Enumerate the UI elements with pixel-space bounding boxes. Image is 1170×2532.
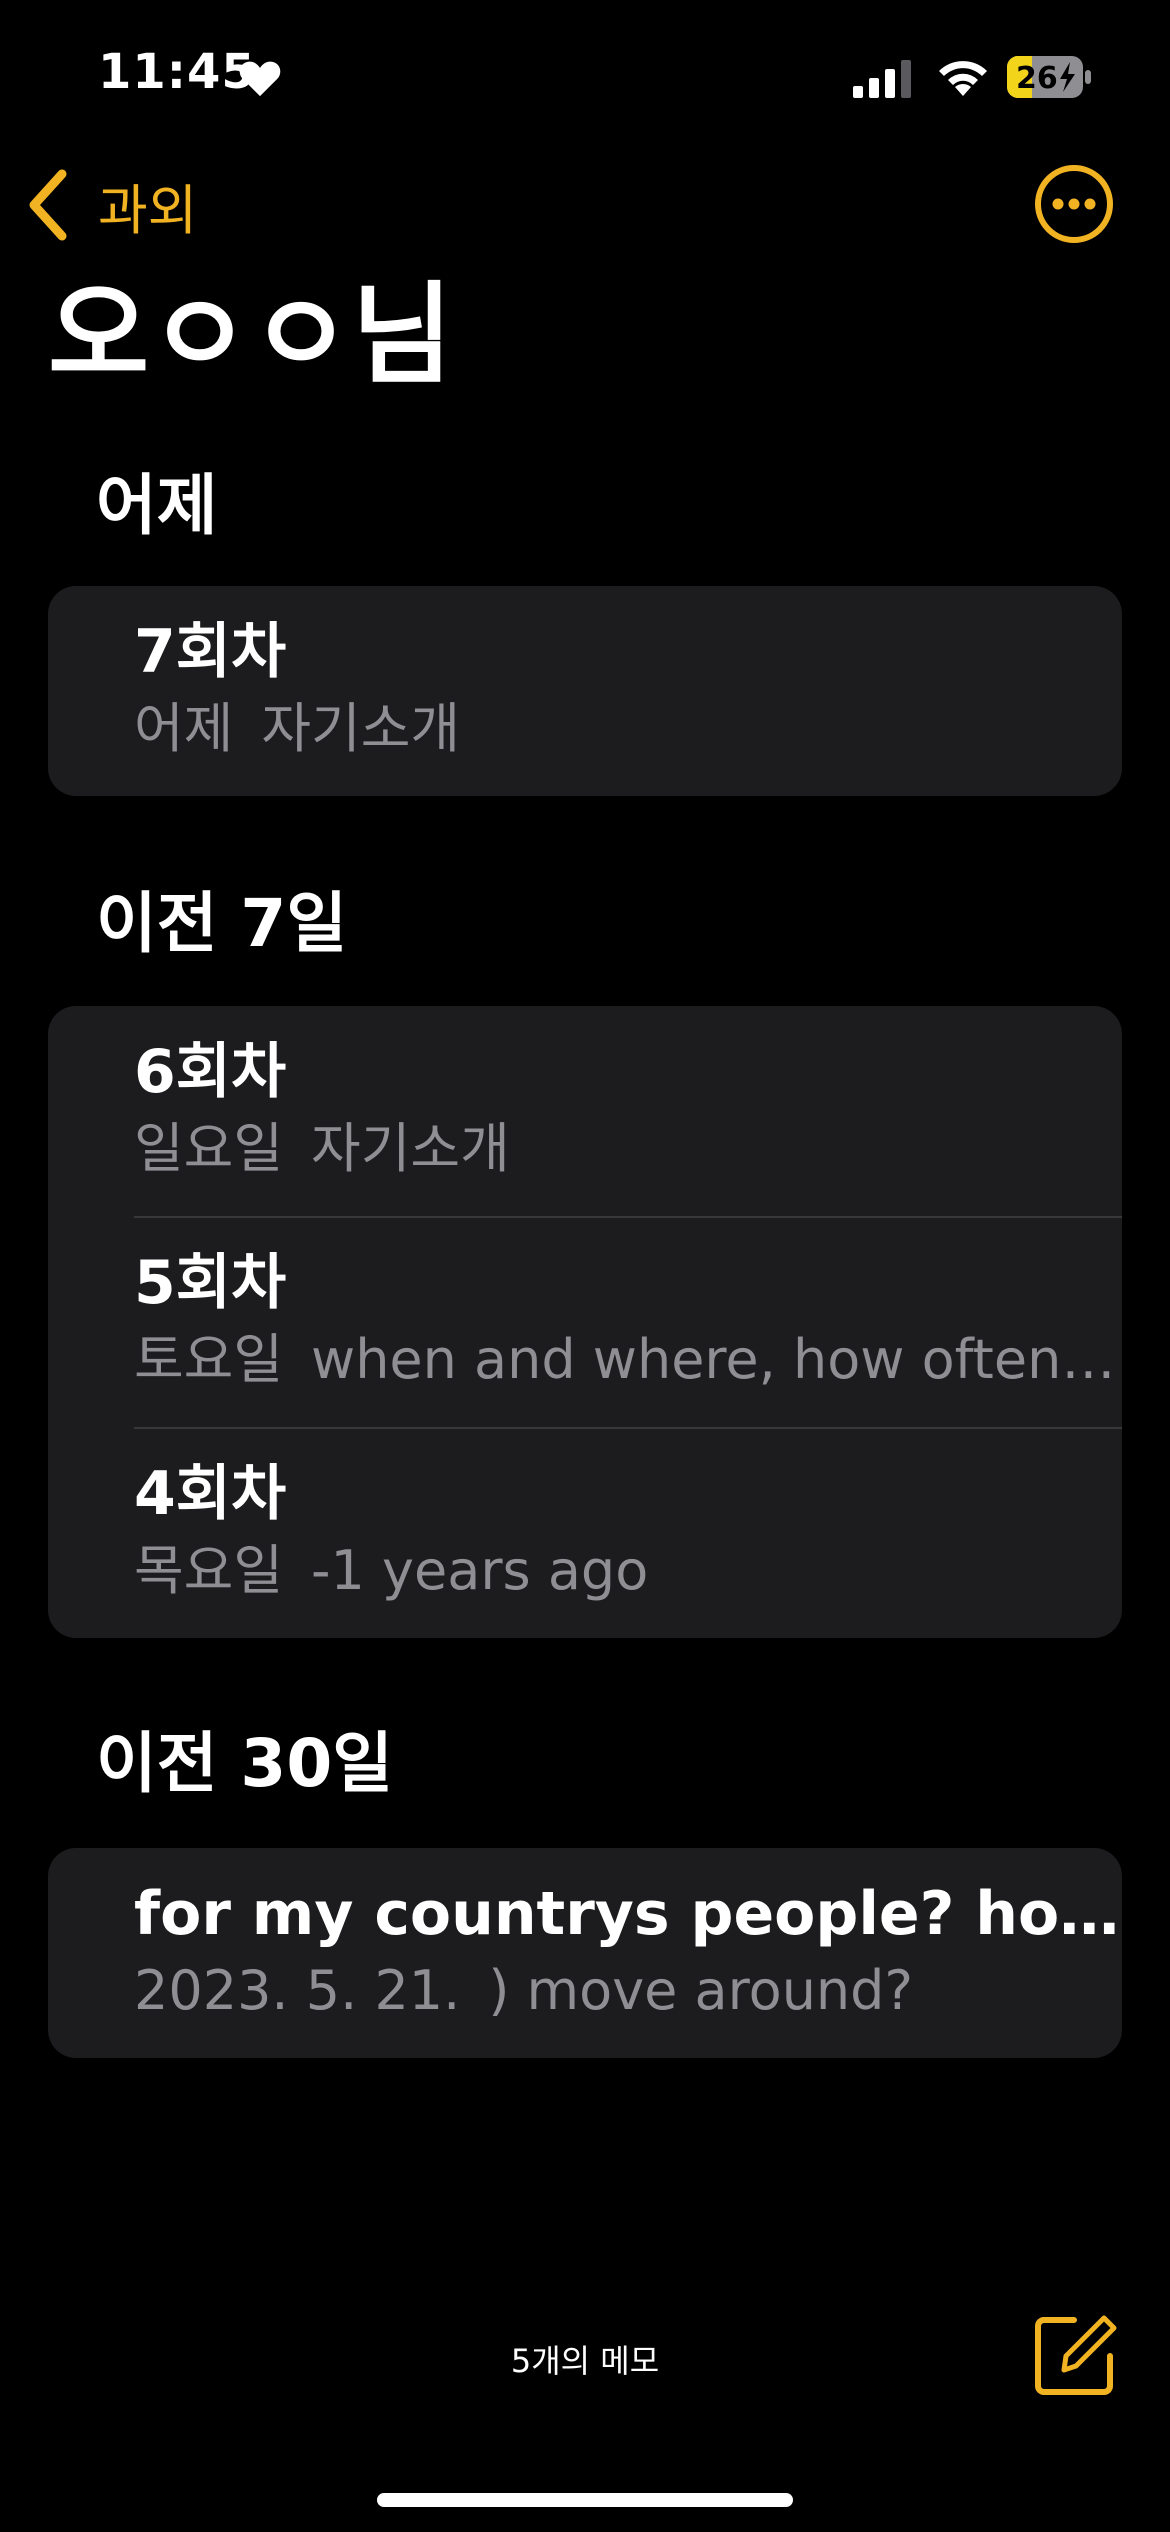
- section-header-previous-30-days: 이전 30일: [96, 1725, 393, 1802]
- note-item[interactable]: 5회차 토요일 when and where, how often,...: [48, 1217, 1122, 1427]
- note-item[interactable]: 4회차 목요일 -1 years ago: [48, 1428, 1122, 1638]
- chevron-left-icon: [29, 169, 67, 241]
- battery-icon: 26: [1007, 56, 1091, 98]
- note-title: 4회차: [134, 1459, 287, 1529]
- heart-icon: [239, 61, 281, 97]
- home-indicator[interactable]: [377, 2493, 793, 2507]
- notes-group-previous-7-days: 6회차 일요일 자기소개 5회차 토요일 when and where, how o…: [48, 1006, 1122, 1638]
- section-header-previous-7-days: 이전 7일: [96, 885, 348, 962]
- back-label: 과외: [98, 178, 198, 242]
- notes-group-yesterday: 7회차 어제 자기소개: [48, 586, 1122, 796]
- note-subtitle: 2023. 5. 21. ) move around?: [134, 1956, 1122, 2026]
- note-title: 7회차: [134, 617, 287, 687]
- note-item[interactable]: 6회차 일요일 자기소개: [48, 1006, 1122, 1216]
- note-preview: 자기소개: [261, 697, 461, 760]
- note-date: 2023. 5. 21.: [134, 1959, 461, 2022]
- battery-percent: 26: [1016, 61, 1058, 96]
- memo-count: 5개의 메모: [510, 2342, 660, 2380]
- note-title: 5회차: [134, 1248, 287, 1318]
- note-subtitle: 목요일 -1 years ago: [134, 1536, 1122, 1606]
- note-preview: ) move around?: [488, 1959, 914, 2022]
- notes-group-previous-30-days: for my countrys people? how to... 2023. …: [48, 1848, 1122, 2058]
- folder-title: 오ㅇㅇ님: [48, 271, 453, 399]
- note-date: 어제: [134, 697, 234, 760]
- note-item[interactable]: 7회차 어제 자기소개: [48, 586, 1122, 796]
- note-date: 일요일: [134, 1117, 284, 1180]
- note-date: 토요일: [134, 1328, 284, 1391]
- note-item[interactable]: for my countrys people? how to... 2023. …: [48, 1848, 1122, 2058]
- note-preview: -1 years ago: [311, 1539, 649, 1602]
- note-date: 목요일: [134, 1539, 284, 1602]
- ellipsis-circle-icon[interactable]: [1034, 164, 1114, 244]
- note-subtitle: 토요일 when and where, how often,...: [134, 1325, 1122, 1395]
- note-subtitle: 일요일 자기소개: [134, 1114, 1122, 1184]
- note-preview: when and where, how often,...: [311, 1328, 1122, 1391]
- note-title: 6회차: [134, 1037, 287, 1107]
- section-header-yesterday: 어제: [96, 467, 218, 544]
- note-subtitle: 어제 자기소개: [134, 694, 1122, 764]
- status-bar: 11:45 26: [0, 0, 1170, 150]
- compose-icon[interactable]: [1030, 2310, 1120, 2400]
- status-time: 11:45: [98, 44, 256, 100]
- note-title: for my countrys people? how to...: [134, 1879, 1122, 1949]
- note-preview: 자기소개: [311, 1117, 510, 1180]
- back-button[interactable]: 과외: [24, 160, 197, 250]
- cellular-signal-icon: [853, 60, 911, 98]
- wifi-icon: [939, 61, 987, 96]
